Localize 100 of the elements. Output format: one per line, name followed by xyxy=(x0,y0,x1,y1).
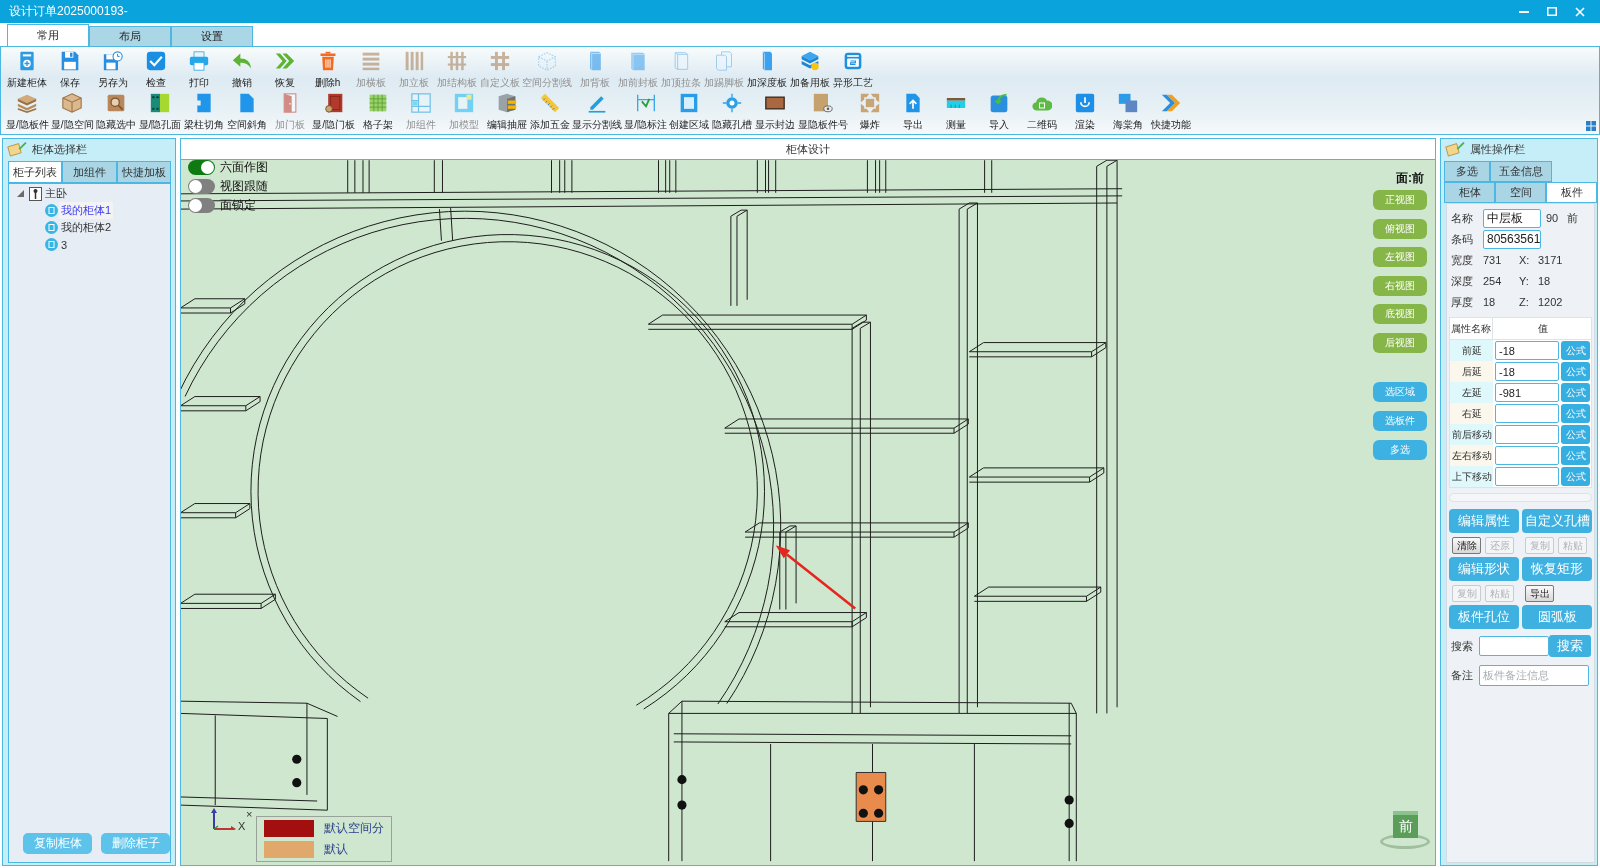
overlap-squares-icon xyxy=(1118,93,1139,113)
toolbar-button[interactable]: 二维码 xyxy=(1020,90,1064,132)
toolbar-button[interactable]: 导入 xyxy=(977,90,1021,132)
box-search-icon xyxy=(106,93,127,113)
field-value: 18 xyxy=(1483,296,1497,308)
panel-tab[interactable]: 柜体 xyxy=(1444,182,1495,203)
toolbar-button[interactable]: 添加五金 xyxy=(528,90,572,132)
toolbar-button[interactable]: 异形工艺 xyxy=(831,48,874,90)
toolbar-button[interactable]: 渲染 xyxy=(1063,90,1107,132)
toolbar-button[interactable]: 格子架 xyxy=(356,90,400,132)
value-field[interactable]: -18 xyxy=(1495,341,1559,360)
toolbar-button[interactable]: 导出 xyxy=(891,90,935,132)
horizontal-scrollbar[interactable] xyxy=(1449,493,1592,502)
ribbon-tab[interactable]: 设置 xyxy=(171,26,253,46)
name-field[interactable]: 中层板 xyxy=(1483,208,1541,228)
panel-tab[interactable]: 加组件 xyxy=(62,161,117,183)
column-header: 属性名称 xyxy=(1450,318,1493,339)
target-icon xyxy=(722,93,743,113)
tree-item[interactable]: 3 xyxy=(59,237,70,252)
panel-tab[interactable]: 空间 xyxy=(1495,182,1546,203)
toolbar-button[interactable]: 恢复 xyxy=(263,48,306,90)
toggle-switch[interactable] xyxy=(188,160,215,175)
toolbar-button[interactable]: 加深度板 xyxy=(745,48,788,90)
toolbar-button[interactable]: 保存 xyxy=(48,48,91,90)
value-field[interactable]: -18 xyxy=(1495,362,1559,381)
grid-icon[interactable] xyxy=(1586,121,1596,131)
legend-label: 默认 xyxy=(324,841,348,858)
axis-label: Z: xyxy=(1519,296,1530,308)
toolbar-button[interactable]: 显示分割线 xyxy=(571,90,624,132)
panel-tab[interactable]: 板件 xyxy=(1546,182,1597,203)
toolbar-button[interactable]: 显/隐门板 xyxy=(311,90,357,132)
tree-triangle-icon[interactable] xyxy=(17,190,24,197)
toolbar-button[interactable]: 空间斜角 xyxy=(225,90,269,132)
field-label: 备注 xyxy=(1450,667,1474,683)
toolbar-button[interactable]: 加备用板 xyxy=(788,48,831,90)
value-field[interactable] xyxy=(1495,404,1559,423)
tree-item[interactable]: 我的柜体1 xyxy=(59,202,114,219)
coordinate-value: 18 xyxy=(1538,275,1551,287)
toolbar-button[interactable]: 显/隐板件 xyxy=(5,90,50,132)
lattice-icon xyxy=(446,51,467,71)
panel-tab[interactable]: 多选 xyxy=(1444,161,1490,182)
axis-gizmo-icon xyxy=(211,808,236,830)
panel-tab[interactable]: 柜子列表 xyxy=(8,161,63,183)
toolbar-button[interactable]: 显隐板件号 xyxy=(796,90,849,132)
toolbar-button[interactable]: 测量 xyxy=(934,90,978,132)
search-field[interactable] xyxy=(1479,636,1549,656)
ribbon-tab[interactable]: 布局 xyxy=(89,26,171,46)
toolbar-button[interactable]: 梁柱切角 xyxy=(182,90,226,132)
note-pencil-icon xyxy=(7,141,27,157)
table-cell: 左右移动 xyxy=(1450,445,1493,466)
face-label: 面:前 xyxy=(1396,170,1424,186)
tree-item[interactable]: 我的柜体2 xyxy=(59,219,114,236)
toolbar-button[interactable]: 另存为 xyxy=(91,48,134,90)
field-value: 前 xyxy=(1567,210,1579,226)
toolbar-button[interactable]: 快捷功能 xyxy=(1149,90,1193,132)
toolbar-button[interactable]: 打印 xyxy=(177,48,220,90)
toolbar-button[interactable]: 显/隐空间 xyxy=(49,90,95,132)
toolbar-button[interactable]: 创建区域 xyxy=(667,90,711,132)
table-cell: 左延 xyxy=(1450,382,1493,403)
toggle-switch[interactable] xyxy=(188,198,215,213)
check-icon xyxy=(145,51,166,71)
axis-label: Y: xyxy=(1519,275,1530,287)
panel-tab[interactable]: 五金信息 xyxy=(1490,161,1552,182)
field-value: 731 xyxy=(1483,254,1503,266)
toggle-switch[interactable] xyxy=(188,179,215,194)
toolbar-button[interactable]: 删除h xyxy=(306,48,349,90)
toolbar-button[interactable]: 显/隐标注 xyxy=(623,90,668,132)
barcode-field[interactable]: 80563561 xyxy=(1483,229,1541,249)
horizontal-bars-icon xyxy=(360,51,381,71)
toolbar-button[interactable]: 爆炸 xyxy=(848,90,892,132)
minimize-icon[interactable] xyxy=(1519,10,1529,13)
toolbar-button[interactable]: 海棠角 xyxy=(1106,90,1150,132)
small-button[interactable]: 导出 xyxy=(1525,585,1554,602)
board-stack-icon xyxy=(17,93,38,113)
vertical-bars-icon xyxy=(403,51,424,71)
close-icon[interactable] xyxy=(1575,6,1585,17)
explode-icon xyxy=(860,93,881,113)
double-arrow-icon xyxy=(274,51,295,71)
toolbar-button[interactable]: 编辑抽屉 xyxy=(485,90,529,132)
maximize-icon[interactable] xyxy=(1547,7,1557,16)
ribbon-tab[interactable]: 常用 xyxy=(7,24,89,46)
toolbar-button[interactable]: 撤销 xyxy=(220,48,263,90)
toolbar-button[interactable]: 检查 xyxy=(134,48,177,90)
value-field[interactable] xyxy=(1495,425,1559,444)
panel-tab[interactable]: 快捷加板 xyxy=(116,161,171,183)
value-field[interactable] xyxy=(1495,467,1559,486)
field-value: 254 xyxy=(1483,275,1503,287)
window-title: 设计订单2025000193- xyxy=(9,3,129,20)
grid-icon xyxy=(367,93,388,113)
toolbar-button[interactable]: 显示封边 xyxy=(753,90,797,132)
toolbar-button[interactable]: 显/隐孔面 xyxy=(137,90,183,132)
tree-item[interactable]: 主卧 xyxy=(43,185,69,202)
import-icon xyxy=(989,93,1010,113)
small-button[interactable]: 清除 xyxy=(1452,537,1481,554)
toolbar-button[interactable]: 新建柜体 xyxy=(5,48,48,90)
value-field[interactable]: -981 xyxy=(1495,383,1559,402)
field-label: 搜索 xyxy=(1450,638,1474,654)
toolbar-button[interactable]: 隐藏孔槽 xyxy=(710,90,754,132)
value-field[interactable] xyxy=(1495,446,1559,465)
toolbar-button[interactable]: 隐藏选中 xyxy=(94,90,138,132)
